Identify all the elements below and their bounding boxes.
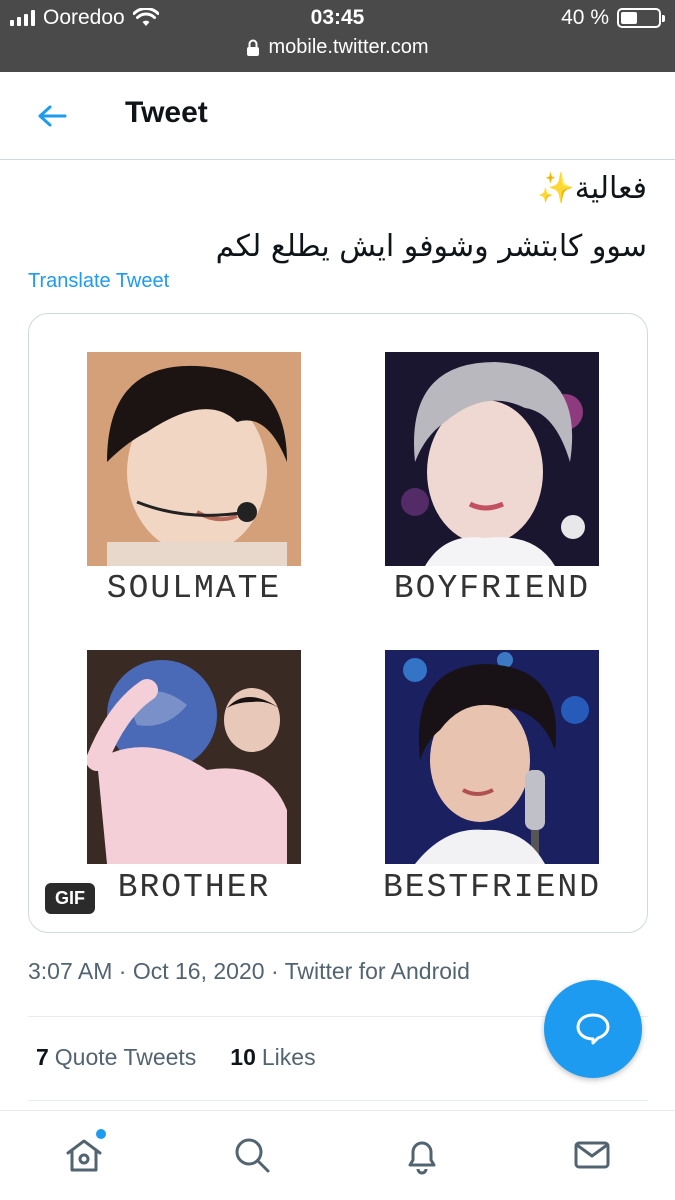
status-bar: Ooredoo 03:45 40 % mobile.twitter.com <box>0 0 675 72</box>
like-label: Likes <box>261 1044 316 1070</box>
tweet-meta: 3:07 AM · Oct 16, 2020 · Twitter for And… <box>28 958 470 985</box>
tweet-text: فعالية✨ سوو كابتشر وشوفو ايش يطلع لكم <box>27 160 647 276</box>
nav-home[interactable] <box>62 1129 106 1177</box>
divider <box>28 1100 648 1101</box>
messages-icon <box>574 1141 610 1169</box>
likes-link[interactable]: 10 Likes <box>230 1044 315 1071</box>
notifications-icon <box>408 1141 436 1175</box>
media-photo-soulmate <box>87 352 301 566</box>
media-caption-3: BROTHER <box>117 869 271 906</box>
back-button[interactable] <box>30 96 74 136</box>
media-photo-brother <box>87 650 301 864</box>
meta-separator: · <box>118 958 127 984</box>
tweet-stats: 7 Quote Tweets 10 Likes <box>36 1044 316 1071</box>
bottom-nav <box>0 1110 675 1200</box>
media-caption-4: BESTFRIEND <box>382 869 602 906</box>
search-icon <box>235 1138 270 1173</box>
nav-messages[interactable] <box>570 1133 614 1177</box>
url-bar[interactable]: mobile.twitter.com <box>0 36 675 59</box>
page-title: Tweet <box>125 96 208 129</box>
quote-label: Quote Tweets <box>54 1044 197 1070</box>
like-count: 10 <box>230 1044 256 1070</box>
gif-badge: GIF <box>45 883 95 914</box>
lock-icon <box>247 39 260 56</box>
media-photo-bestfriend <box>385 650 599 864</box>
media-photo-boyfriend <box>385 352 599 566</box>
home-icon <box>66 1139 102 1172</box>
home-notification-dot <box>96 1129 106 1139</box>
arrow-left-icon <box>38 105 67 127</box>
reply-bubble-icon <box>576 1013 610 1045</box>
media-caption-1: SOULMATE <box>106 570 282 607</box>
meta-separator: · <box>270 958 279 984</box>
tweet-text-line-2: سوو كابتشر وشوفو ايش يطلع لكم <box>215 229 647 264</box>
battery-percent: 40 % <box>561 6 609 29</box>
quote-tweets-link[interactable]: 7 Quote Tweets <box>36 1044 196 1071</box>
tweet-text-line-1: فعالية✨ <box>537 171 647 206</box>
media-caption-2: BOYFRIEND <box>393 570 591 607</box>
nav-notifications[interactable] <box>400 1133 444 1177</box>
translate-tweet-link[interactable]: Translate Tweet <box>28 270 169 293</box>
battery-icon <box>617 8 665 28</box>
tweet-date: Oct 16, 2020 <box>132 958 265 984</box>
status-right: 40 % <box>561 6 665 30</box>
compose-reply-button[interactable] <box>544 980 642 1078</box>
quote-count: 7 <box>36 1044 49 1070</box>
tweet-source[interactable]: Twitter for Android <box>285 958 470 984</box>
url-text: mobile.twitter.com <box>268 36 429 58</box>
top-header: Tweet <box>0 72 675 160</box>
tweet-time: 3:07 AM <box>28 958 113 984</box>
tweet-media[interactable]: SOULMATE BOYFRIEND BROTHER BESTFRIEND GI… <box>28 313 648 933</box>
nav-search[interactable] <box>230 1133 274 1177</box>
